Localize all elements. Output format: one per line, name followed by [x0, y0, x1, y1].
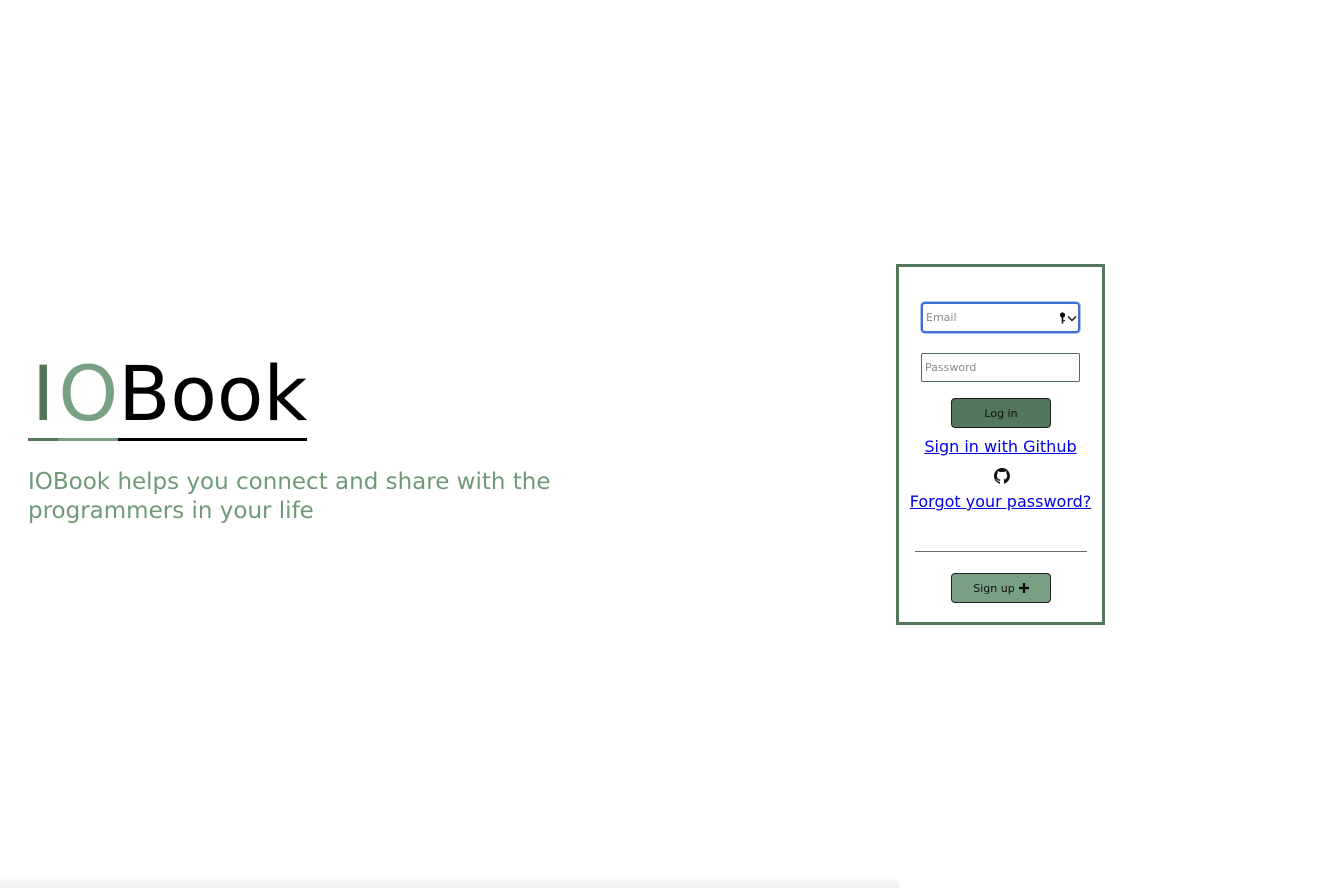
divider	[915, 551, 1087, 552]
logo-link[interactable]: IOBook	[28, 349, 308, 441]
login-button[interactable]: Log in	[951, 398, 1051, 428]
logo-letter-o: O	[58, 349, 119, 441]
plus-icon	[1018, 583, 1029, 593]
github-signin-link[interactable]: Sign in with Github	[899, 437, 1102, 457]
forgot-password-link[interactable]: Forgot your password?	[899, 492, 1102, 512]
page: IOBook IOBook helps you connect and shar…	[0, 0, 1335, 888]
logo-book: Book	[118, 349, 308, 441]
chevron-down-icon	[1067, 315, 1077, 321]
login-button-label: Log in	[984, 406, 1018, 420]
password-input[interactable]	[921, 353, 1080, 382]
password-manager-widget[interactable]	[1059, 311, 1079, 325]
email-input[interactable]	[921, 302, 1080, 333]
signup-button-label: Sign up	[973, 581, 1015, 595]
logo-letter-i: I	[28, 349, 59, 441]
github-icon[interactable]	[994, 468, 1010, 484]
key-icon	[1059, 312, 1066, 324]
hero: IOBook	[28, 349, 308, 441]
bottom-shadow	[0, 874, 900, 888]
signup-button[interactable]: Sign up	[951, 573, 1051, 603]
login-card: Log in Sign in with Github Forgot your p…	[896, 264, 1105, 625]
tagline: IOBook helps you connect and share with …	[28, 469, 551, 524]
